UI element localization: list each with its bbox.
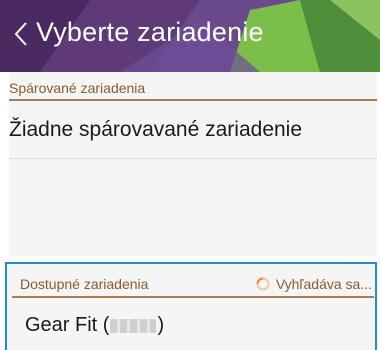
paired-devices-section: Spárované zariadenia Žiadne spárovavané … (0, 72, 380, 256)
paired-section-divider (9, 99, 377, 101)
no-paired-devices-message: Žiadne spárovavané zariadenie (9, 118, 303, 141)
available-section-label: Dostupné zariadenia (20, 276, 149, 292)
available-section-divider (12, 296, 374, 298)
device-name-suffix: ) (157, 314, 165, 336)
app-bar: Vyberte zariadenie (0, 0, 380, 72)
loading-spinner-icon (256, 277, 270, 291)
device-name: Gear Fit ( ) (25, 314, 164, 337)
page-title: Vyberte zariadenie (36, 17, 264, 47)
scan-status: Vyhľadáva sa... (256, 276, 372, 292)
paired-list-divider (9, 158, 377, 159)
paired-section-label: Spárované zariadenia (9, 80, 146, 96)
available-devices-section: Dostupné zariadenia Vyhľadáva sa... Gear… (0, 256, 380, 350)
scan-status-text: Vyhľadáva sa... (275, 276, 372, 292)
back-button[interactable] (6, 14, 36, 54)
device-selection-screen: Vyberte zariadenie Spárované zariadenia … (0, 0, 380, 350)
chevron-left-icon (14, 22, 27, 46)
device-name-prefix: Gear Fit ( (25, 314, 110, 336)
device-list-item[interactable]: Gear Fit ( ) (5, 301, 377, 350)
redacted-device-id (110, 318, 157, 333)
paired-left-margin (0, 72, 9, 256)
